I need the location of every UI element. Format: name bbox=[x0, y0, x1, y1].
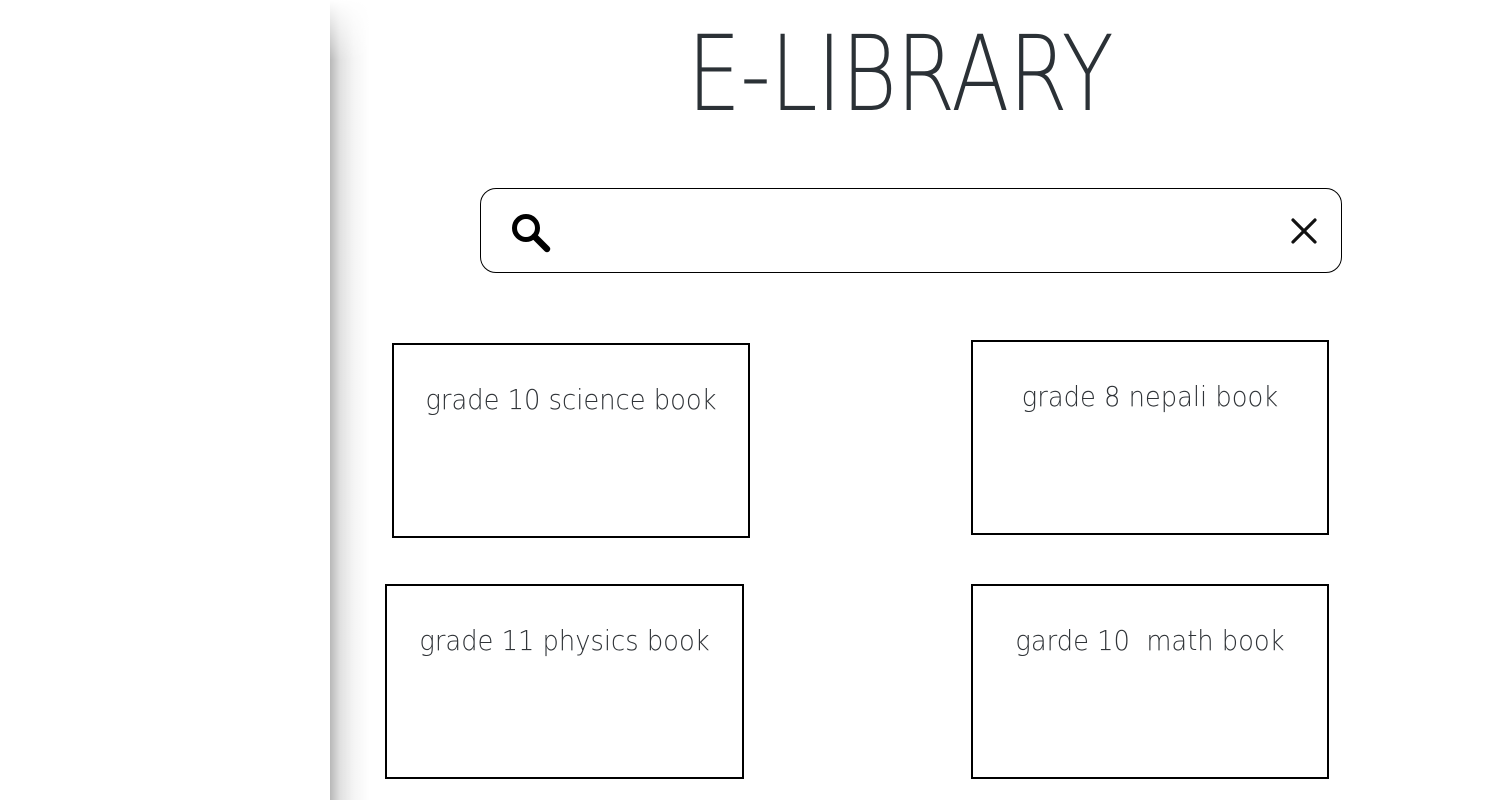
book-title: grade 11 physics book bbox=[419, 624, 710, 657]
book-title: grade 10 science book bbox=[425, 383, 717, 416]
close-icon[interactable] bbox=[1289, 216, 1319, 246]
book-card-grade-10-science[interactable]: grade 10 science book bbox=[392, 343, 750, 538]
search-bar[interactable] bbox=[480, 188, 1342, 273]
search-input[interactable] bbox=[571, 207, 1255, 257]
book-card-grade-11-physics[interactable]: grade 11 physics book bbox=[385, 584, 744, 779]
panel-divider-fade bbox=[330, 0, 370, 60]
book-card-grade-10-math[interactable]: garde 10 math book bbox=[971, 584, 1329, 779]
book-card-grade-8-nepali[interactable]: grade 8 nepali book bbox=[971, 340, 1329, 535]
book-title: garde 10 math book bbox=[1015, 624, 1285, 657]
panel-divider-shadow bbox=[330, 0, 370, 800]
book-title: grade 8 nepali book bbox=[1021, 380, 1279, 413]
left-panel bbox=[0, 0, 330, 800]
page-title: E-LIBRARY bbox=[687, 13, 1114, 135]
search-icon[interactable] bbox=[507, 209, 555, 257]
app-window: E-LIBRARY grade 10 science book grade 8 … bbox=[0, 0, 1500, 800]
